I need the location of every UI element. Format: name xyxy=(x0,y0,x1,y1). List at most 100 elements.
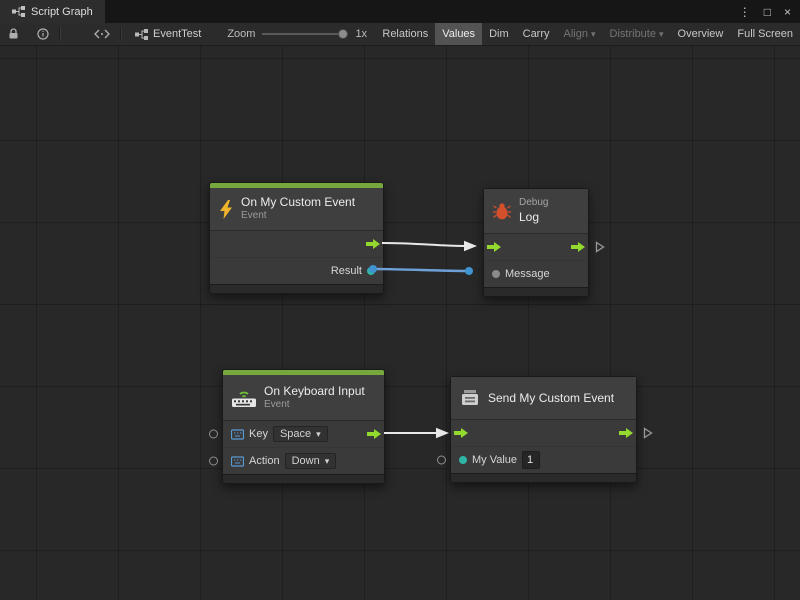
graph-breadcrumb[interactable]: EventTest xyxy=(135,28,201,40)
message-input-row: Message xyxy=(484,260,588,287)
my-value-field[interactable]: 1 xyxy=(522,451,540,469)
my-value-input-row: My Value 1 xyxy=(451,446,636,473)
zoom-value: 1x xyxy=(355,28,367,40)
control-output-port[interactable] xyxy=(619,428,633,438)
distribute-button[interactable]: Distribute ▾ xyxy=(603,23,671,45)
key-input-row: Key Space ▾ xyxy=(223,421,384,447)
node-header: Send My Custom Event xyxy=(451,377,636,419)
script-graph-icon xyxy=(135,29,148,40)
toolbar-buttons: Relations Values Dim Carry Align ▾ Distr… xyxy=(375,23,800,45)
node-footer xyxy=(484,287,588,296)
node-on-my-custom-event[interactable]: On My Custom Event Event Result xyxy=(209,182,384,294)
zoom-slider-track[interactable] xyxy=(262,33,348,35)
value-wire-result-to-message[interactable] xyxy=(373,269,469,271)
maximize-icon[interactable]: □ xyxy=(764,5,771,19)
menu-icon[interactable]: ⋮ xyxy=(739,5,751,19)
key-default-port-circle[interactable] xyxy=(209,430,218,439)
node-header: On Keyboard Input Event xyxy=(223,375,384,420)
node-title: On Keyboard Input xyxy=(264,384,365,399)
graph-toolbar: EventTest Zoom 1x Relations Values Dim C… xyxy=(0,23,800,46)
node-on-keyboard-input[interactable]: On Keyboard Input Event Key Space ▾ xyxy=(222,369,385,484)
action-default-port-circle[interactable] xyxy=(209,457,218,466)
node-subtitle: Event xyxy=(264,399,365,412)
control-flow-row xyxy=(451,420,636,446)
enum-icon xyxy=(231,456,244,467)
event-machine-icon xyxy=(459,388,481,408)
graph-canvas[interactable]: On My Custom Event Event Result xyxy=(0,46,800,600)
control-continuation-triangle xyxy=(643,427,653,439)
node-subtitle: Event xyxy=(241,210,355,223)
keyboard-icon xyxy=(231,388,257,408)
node-title: Log xyxy=(519,210,548,225)
port-label-key: Key xyxy=(249,428,268,440)
control-continuation-triangle xyxy=(595,241,605,253)
tab-script-graph[interactable]: Script Graph xyxy=(0,0,105,23)
fullscreen-button[interactable]: Full Screen xyxy=(730,23,800,45)
script-graph-icon xyxy=(12,6,25,17)
node-title: On My Custom Event xyxy=(241,195,355,210)
control-output-row xyxy=(210,231,383,257)
zoom-control: Zoom 1x xyxy=(227,28,367,40)
control-wire-arrowhead xyxy=(436,428,449,439)
values-button[interactable]: Values xyxy=(435,23,482,45)
my-value-default-port-circle[interactable] xyxy=(437,456,446,465)
value-wire-endpoint xyxy=(465,267,473,275)
control-wire-custom-event-to-log[interactable] xyxy=(382,243,464,246)
tab-title: Script Graph xyxy=(31,6,93,18)
control-input-port[interactable] xyxy=(454,428,468,438)
toolbar-separator xyxy=(120,27,121,41)
chevron-down-icon: ▾ xyxy=(591,29,596,40)
chevron-down-icon: ▾ xyxy=(316,429,321,440)
control-output-port[interactable] xyxy=(571,242,585,252)
zoom-slider-handle[interactable] xyxy=(338,29,348,39)
key-select-value: Space xyxy=(280,428,311,440)
close-icon[interactable]: × xyxy=(784,5,791,19)
wire-layer xyxy=(0,46,800,600)
graph-name: EventTest xyxy=(153,28,201,40)
dim-button[interactable]: Dim xyxy=(482,23,516,45)
action-select-value: Down xyxy=(292,455,320,467)
align-button[interactable]: Align ▾ xyxy=(557,23,603,45)
message-value-port[interactable] xyxy=(492,270,500,278)
port-label-action: Action xyxy=(249,455,280,467)
node-debug-log[interactable]: Debug Log Mess xyxy=(483,188,589,297)
window-controls: ⋮ □ × xyxy=(739,0,800,23)
port-label-result: Result xyxy=(331,265,362,277)
title-bar: Script Graph ⋮ □ × xyxy=(0,0,800,23)
bug-icon xyxy=(492,202,512,220)
relations-button[interactable]: Relations xyxy=(375,23,435,45)
result-value-port[interactable] xyxy=(367,267,375,275)
control-output-port[interactable] xyxy=(367,429,381,439)
control-input-port[interactable] xyxy=(487,242,501,252)
chevron-down-icon: ▾ xyxy=(325,456,330,467)
lock-icon[interactable] xyxy=(4,28,23,40)
node-footer xyxy=(451,473,636,482)
chevron-down-icon: ▾ xyxy=(659,29,664,40)
node-footer xyxy=(223,474,384,483)
key-select[interactable]: Space ▾ xyxy=(273,426,328,442)
node-footer xyxy=(210,284,383,293)
action-select[interactable]: Down ▾ xyxy=(285,453,337,469)
node-header: On My Custom Event Event xyxy=(210,188,383,230)
enum-icon xyxy=(231,429,244,440)
port-label-my-value: My Value xyxy=(472,454,517,466)
node-category: Debug xyxy=(519,197,548,210)
port-label-message: Message xyxy=(505,268,550,280)
toolbar-separator xyxy=(59,27,60,41)
lightning-icon xyxy=(218,200,234,219)
control-wire-arrowhead xyxy=(464,241,477,252)
edit-code-icon[interactable] xyxy=(90,29,114,39)
action-input-row: Action Down ▾ xyxy=(223,447,384,474)
my-value-port[interactable] xyxy=(459,456,467,464)
control-output-port[interactable] xyxy=(366,239,380,249)
node-send-my-custom-event[interactable]: Send My Custom Event xyxy=(450,376,637,483)
info-icon[interactable] xyxy=(33,28,53,40)
script-graph-window: Script Graph ⋮ □ × EventTest Zoom xyxy=(0,0,800,600)
zoom-label: Zoom xyxy=(227,28,255,40)
carry-button[interactable]: Carry xyxy=(516,23,557,45)
zoom-slider[interactable] xyxy=(262,28,348,40)
distribute-button-label: Distribute xyxy=(610,28,656,40)
control-flow-row xyxy=(484,234,588,260)
result-output-row: Result xyxy=(210,257,383,284)
overview-button[interactable]: Overview xyxy=(671,23,731,45)
